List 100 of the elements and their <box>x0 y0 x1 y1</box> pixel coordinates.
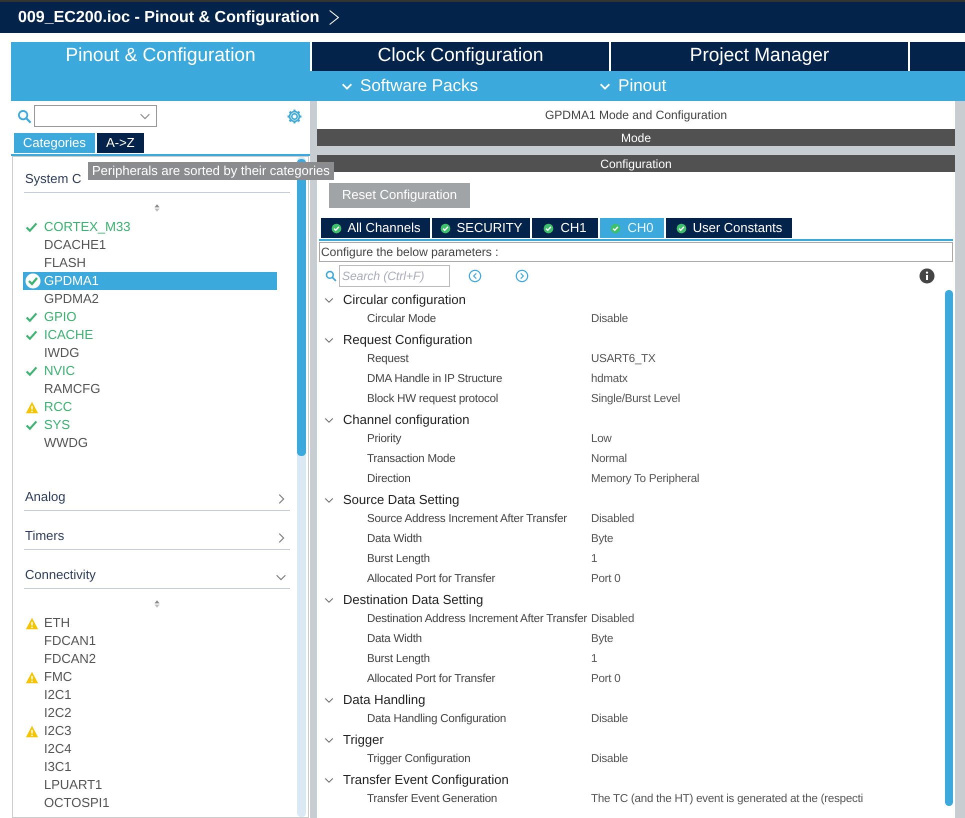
parameter-value[interactable]: Single/Burst Level <box>591 391 680 409</box>
panel-title: GPDMA1 Mode and Configuration <box>544 107 728 124</box>
sort-icon[interactable] <box>152 203 162 213</box>
parameter-name: Allocated Port for Transfer <box>367 672 496 688</box>
peripheral-item[interactable]: OCTOSPI1 <box>23 794 277 812</box>
parameter-value[interactable]: The TC (and the HT) event is generated at the (respecti <box>591 791 863 809</box>
parameter-name: Direction <box>367 472 412 488</box>
parameter-name: Priority <box>367 432 402 448</box>
parameter-value[interactable]: 1 <box>591 651 598 669</box>
peripheral-item[interactable]: I3C1 <box>23 758 277 776</box>
empty-tab-area <box>910 42 965 71</box>
group-label[interactable]: Data Handling <box>343 690 426 710</box>
parameter-value[interactable]: Disabled <box>591 511 634 529</box>
group-label[interactable]: Destination Data Setting <box>343 590 484 610</box>
group-label[interactable]: Trigger <box>343 730 384 750</box>
peripheral-item[interactable]: I2C2 <box>23 704 277 722</box>
info-icon[interactable] <box>919 268 935 284</box>
peripheral-item[interactable]: IWDG <box>23 344 277 362</box>
parameter-value[interactable]: Low <box>591 431 612 449</box>
scrollbar[interactable] <box>945 290 953 806</box>
next-icon[interactable] <box>515 269 529 283</box>
warning-icon <box>25 400 39 414</box>
parameter-name: Data Handling Configuration <box>367 712 508 728</box>
parameter-name: Data Width <box>367 632 423 648</box>
view-tab[interactable]: A->Z <box>96 133 144 153</box>
check-circle-icon <box>610 222 622 234</box>
parameter-value[interactable]: Port 0 <box>591 671 620 689</box>
peripheral-item[interactable]: FDCAN1 <box>23 632 277 650</box>
parameter-value[interactable]: hdmatx <box>591 371 628 389</box>
peripheral-item[interactable]: FMC <box>23 668 277 686</box>
previous-icon[interactable] <box>468 269 482 283</box>
hint-text: Configure the below parameters : <box>321 244 498 261</box>
warning-icon <box>25 724 39 738</box>
group-label[interactable]: Transfer Event Configuration <box>343 770 509 790</box>
channel-tab[interactable]: CH1 <box>532 218 598 238</box>
category-header[interactable]: Connectivity <box>24 563 290 589</box>
peripheral-item[interactable]: I2C1 <box>23 686 277 704</box>
search-combo-box[interactable] <box>34 105 157 127</box>
tooltip: Peripherals are sorted by their categories <box>88 162 334 180</box>
group-label[interactable]: Channel configuration <box>343 410 470 430</box>
parameter-name: Trigger Configuration <box>367 752 472 768</box>
section-header-bar[interactable]: Mode <box>317 129 955 146</box>
parameter-value[interactable]: Disabled <box>591 611 634 629</box>
check-circle-icon <box>25 273 41 289</box>
parameter-value[interactable]: USART6_TX <box>591 351 656 369</box>
parameter-value[interactable]: Byte <box>591 531 614 549</box>
peripheral-item[interactable]: RAMCFG <box>23 380 277 398</box>
parameter-name: Data Width <box>367 532 423 548</box>
check-circle-icon <box>676 222 687 234</box>
parameter-name: Burst Length <box>367 552 431 568</box>
group-label[interactable]: Circular configuration <box>343 290 466 310</box>
main-tab[interactable]: Clock Configuration <box>312 42 609 71</box>
group-label[interactable]: Request Configuration <box>343 330 472 350</box>
warning-icon <box>25 670 39 684</box>
parameter-value[interactable]: Byte <box>591 631 614 649</box>
category-header[interactable]: Timers <box>24 524 290 550</box>
peripheral-item[interactable]: GPDMA2 <box>23 290 277 308</box>
parameter-name: Transfer Event Generation <box>367 792 498 808</box>
peripheral-item[interactable]: FLASH <box>23 254 277 272</box>
parameter-name: Burst Length <box>367 652 431 668</box>
parameter-name: Transaction Mode <box>367 452 456 468</box>
search-field[interactable]: Search (Ctrl+F) <box>339 265 450 287</box>
check-icon <box>25 364 38 378</box>
group-label[interactable]: Source Data Setting <box>343 490 460 510</box>
parameter-name: Destination Address Increment After Transfer <box>367 612 588 628</box>
parameter-name: Block HW request protocol <box>367 392 500 408</box>
check-icon <box>25 328 38 342</box>
check-circle-icon <box>440 222 451 234</box>
peripheral-item[interactable]: I2C3 <box>23 722 277 740</box>
parameter-name: Source Address Increment After Transfer <box>367 512 568 528</box>
parameter-value[interactable]: Normal <box>591 451 627 469</box>
peripheral-item[interactable]: WWDG <box>23 434 277 452</box>
main-tab[interactable]: Project Manager <box>611 42 908 71</box>
search-icon <box>17 108 32 124</box>
parameter-value[interactable]: Disable <box>591 751 628 769</box>
check-icon <box>25 220 38 234</box>
peripheral-item[interactable]: LPUART1 <box>23 776 277 794</box>
search-icon <box>325 270 337 282</box>
channel-tab[interactable]: SECURITY <box>432 218 530 238</box>
parameter-value[interactable]: Disable <box>591 311 628 329</box>
parameter-name: DMA Handle in IP Structure <box>367 372 504 388</box>
channel-tab[interactable]: User Constants <box>666 218 792 238</box>
settings-icon[interactable] <box>286 108 303 124</box>
check-circle-icon <box>330 222 342 234</box>
peripheral-item[interactable]: ETH <box>23 614 277 632</box>
check-icon <box>25 310 38 324</box>
window-title: 009_EC200.ioc - Pinout & Configuration <box>18 8 320 28</box>
peripheral-item[interactable]: FDCAN2 <box>23 650 277 668</box>
peripheral-item[interactable]: I2C4 <box>23 740 277 758</box>
check-icon <box>25 418 38 432</box>
parameter-name: Allocated Port for Transfer <box>367 572 496 588</box>
category-header[interactable]: Analog <box>24 485 290 511</box>
peripheral-item[interactable]: DCACHE1 <box>23 236 277 254</box>
parameter-name: Request <box>367 352 410 368</box>
parameter-value[interactable]: Disable <box>591 711 628 729</box>
channel-tab[interactable]: All Channels <box>321 218 430 238</box>
sort-icon[interactable] <box>152 599 162 609</box>
parameter-value[interactable]: Memory To Peripheral <box>591 471 700 489</box>
parameter-value[interactable]: Port 0 <box>591 571 620 589</box>
parameter-value[interactable]: 1 <box>591 551 598 569</box>
